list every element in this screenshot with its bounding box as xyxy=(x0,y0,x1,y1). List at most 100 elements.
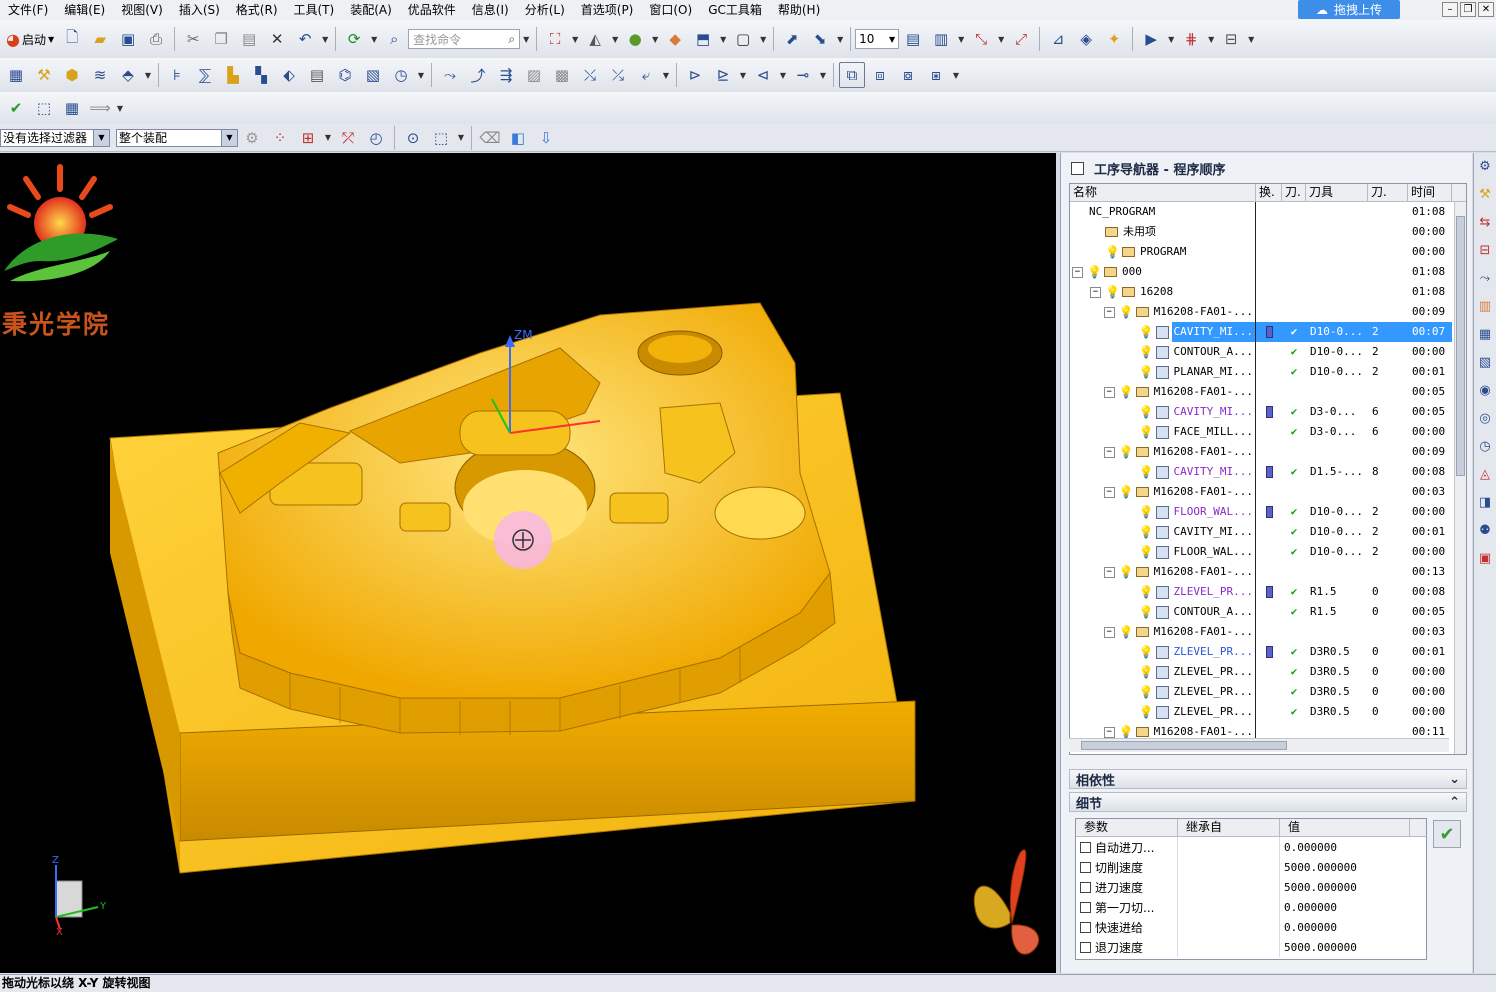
parameter-row[interactable]: 退刀速度 5000.000000 xyxy=(1076,937,1426,957)
machine-tool-nav-icon[interactable]: ▦ xyxy=(1476,325,1494,343)
update-icon[interactable]: ⟳ xyxy=(341,26,367,52)
tree-row[interactable]: − 💡 M16208-FA01-... 00:13 xyxy=(1070,562,1466,582)
tree-node[interactable]: 💡 CAVITY_MI... xyxy=(1070,462,1256,482)
tree-row[interactable]: 💡 PLANAR_MI... ✔ D10-0... 2 00:01 xyxy=(1070,362,1466,382)
eraser-icon[interactable]: ⌫ xyxy=(477,125,503,151)
clock-icon[interactable]: ◷ xyxy=(388,62,414,88)
menu-item[interactable]: 工具(T) xyxy=(286,0,343,20)
tree-node[interactable]: − 💡 M16208-FA01-... xyxy=(1070,302,1256,322)
tree-node[interactable]: 💡 CAVITY_MI... xyxy=(1070,522,1256,542)
select-cursor-icon[interactable]: ⊵ xyxy=(710,62,736,88)
menu-item[interactable]: 视图(V) xyxy=(113,0,171,20)
scope-select[interactable]: 整个装配 ▼ xyxy=(116,128,238,147)
parameter-checkbox[interactable] xyxy=(1080,941,1091,953)
measure-angle-icon[interactable]: ◈ xyxy=(1073,26,1099,52)
dropdown-icon[interactable]: ▼ xyxy=(1206,26,1216,52)
cam-setup-icon[interactable]: ⧆ xyxy=(923,62,949,88)
cam-ipw-icon[interactable]: ⧇ xyxy=(895,62,921,88)
cam-objects-icon[interactable]: ⧈ xyxy=(867,62,893,88)
dropdown-icon[interactable]: ▼ xyxy=(718,26,728,52)
print-icon[interactable]: ⎙ xyxy=(143,26,169,52)
analysis-icon[interactable]: ✦ xyxy=(1101,26,1127,52)
dropdown-icon[interactable]: ▼ xyxy=(818,62,828,88)
select-icon[interactable]: ⊳ xyxy=(682,62,708,88)
menu-item[interactable]: 分析(L) xyxy=(517,0,573,20)
tree-node[interactable]: − 💡 M16208-FA01-... xyxy=(1070,622,1256,642)
dropdown-icon[interactable]: ▼ xyxy=(1166,26,1176,52)
tree-node[interactable]: 💡 CONTOUR_A... xyxy=(1070,602,1256,622)
constraint-nav-icon[interactable]: ⇆ xyxy=(1476,213,1494,231)
list-toolpath-icon[interactable]: ⇶ xyxy=(493,62,519,88)
settings-gear-icon[interactable]: ⚙ xyxy=(1476,157,1494,175)
search-input[interactable]: 查找命令 ⌕ xyxy=(408,29,521,49)
paste-icon[interactable]: ▤ xyxy=(236,26,262,52)
assembly-nav-icon[interactable]: ⚒ xyxy=(1476,185,1494,203)
create-operation-icon[interactable]: ⬘ xyxy=(115,62,141,88)
play-icon[interactable]: ▶ xyxy=(1138,26,1164,52)
navigator-toggle-checkbox[interactable] xyxy=(1071,161,1084,175)
col-toolpath[interactable]: 刀. xyxy=(1282,184,1306,201)
edit-section-icon[interactable]: ◆ xyxy=(662,26,688,52)
parameter-row[interactable]: 快速进给 0.000000 xyxy=(1076,917,1426,937)
wcs-icon[interactable]: ⤡ xyxy=(968,26,994,52)
dropdown-icon[interactable]: ▼ xyxy=(778,62,788,88)
tree-row[interactable]: − 💡 M16208-FA01-... 00:09 xyxy=(1070,302,1466,322)
minimize-button[interactable]: – xyxy=(1442,2,1458,17)
intersect-icon[interactable]: ⤱ xyxy=(335,125,361,151)
gouge-check-icon[interactable]: ▦ xyxy=(59,95,85,121)
tree-node[interactable]: 💡 ZLEVEL_PR... xyxy=(1070,642,1256,662)
tree-row[interactable]: − 💡 16208 01:08 xyxy=(1070,282,1466,302)
copy-icon[interactable]: ❐ xyxy=(208,26,234,52)
dropdown-icon[interactable]: ▼ xyxy=(610,26,620,52)
dropdown-icon[interactable]: ▼ xyxy=(570,26,580,52)
circle-icon[interactable]: ⊙ xyxy=(400,125,426,151)
new-file-icon[interactable]: 🗋 xyxy=(59,26,85,52)
snap-icon[interactable]: ⊸ xyxy=(790,62,816,88)
tree-row[interactable]: − 💡 M16208-FA01-... 00:03 xyxy=(1070,622,1466,642)
tree-row[interactable]: 💡 CAVITY_MI... ✔ D3-0... 6 00:05 xyxy=(1070,402,1466,422)
cut-icon[interactable]: ✂ xyxy=(180,26,206,52)
graphics-viewport[interactable]: ZM Z Y X 秉光学院 xyxy=(0,153,1056,973)
parameter-row[interactable]: 切削速度 5000.000000 xyxy=(1076,857,1426,877)
rapid-select-icon[interactable]: ⊲ xyxy=(750,62,776,88)
dropdown-icon[interactable]: ▼ xyxy=(661,62,671,88)
parameter-checkbox[interactable] xyxy=(1080,841,1091,853)
process-studio-icon[interactable]: ◎ xyxy=(1476,409,1494,427)
fit-view-icon[interactable]: ⛶ xyxy=(542,26,568,52)
tree-row[interactable]: 💡 ZLEVEL_PR... ✔ D3R0.5 0 00:01 xyxy=(1070,642,1466,662)
tree-row[interactable]: 💡 ZLEVEL_PR... ✔ D3R0.5 0 00:00 xyxy=(1070,662,1466,682)
menu-item[interactable]: 文件(F) xyxy=(0,0,56,20)
program-order-view-icon[interactable]: ⊧ xyxy=(164,62,190,88)
layer-settings-icon[interactable]: ▤ xyxy=(900,26,926,52)
roles-icon[interactable]: ⚉ xyxy=(1476,521,1494,539)
tree-row[interactable]: 💡 CAVITY_MI... ✔ D10-0... 2 00:01 xyxy=(1070,522,1466,542)
tree-node[interactable]: 💡 PROGRAM xyxy=(1070,242,1256,262)
tree-row[interactable]: 💡 ZLEVEL_PR... ✔ D3R0.5 0 00:00 xyxy=(1070,702,1466,722)
tree-node[interactable]: − 💡 M16208-FA01-... xyxy=(1070,382,1256,402)
menu-item[interactable]: 插入(S) xyxy=(171,0,228,20)
dropdown-icon[interactable]: ▼ xyxy=(951,62,961,88)
collapse-icon[interactable]: − xyxy=(1103,626,1115,638)
clock-icon[interactable]: ◷ xyxy=(1476,437,1494,455)
web-browser-icon[interactable]: ◉ xyxy=(1476,381,1494,399)
move-object-icon[interactable]: ⬊ xyxy=(807,26,833,52)
col-name[interactable]: 名称 xyxy=(1070,184,1256,201)
measure-distance-icon[interactable]: ⊿ xyxy=(1045,26,1071,52)
menu-item[interactable]: 格式(R) xyxy=(228,0,286,20)
collapse-icon[interactable]: − xyxy=(1103,446,1115,458)
tree-row[interactable]: − 💡 M16208-FA01-... 00:03 xyxy=(1070,482,1466,502)
delete-icon[interactable]: ✕ xyxy=(264,26,290,52)
parameter-row[interactable]: 第一刀切... 0.000000 xyxy=(1076,897,1426,917)
check-mark-icon[interactable]: ✔ xyxy=(3,95,29,121)
tree-node[interactable]: 💡 CONTOUR_A... xyxy=(1070,342,1256,362)
list-icon[interactable]: ▤ xyxy=(304,62,330,88)
snap-point-icon[interactable]: ⁘ xyxy=(267,125,293,151)
parameter-row[interactable]: 进刀速度 5000.000000 xyxy=(1076,877,1426,897)
menu-item[interactable]: 首选项(P) xyxy=(573,0,642,20)
simulate-icon[interactable]: ▨ xyxy=(521,62,547,88)
tree-row[interactable]: 💡 FACE_MILL... ✔ D3-0... 6 00:00 xyxy=(1070,422,1466,442)
open-folder-icon[interactable]: ▰ xyxy=(87,26,113,52)
tree-node[interactable]: 💡 CAVITY_MI... xyxy=(1070,402,1256,422)
toolpath-option-icon[interactable]: ⤶ xyxy=(633,62,659,88)
operation-check-icon[interactable]: ⬚ xyxy=(31,95,57,121)
